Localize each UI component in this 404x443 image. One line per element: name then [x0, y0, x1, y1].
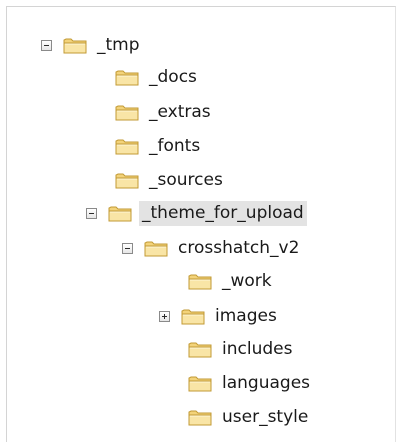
- folder-icon: [188, 340, 212, 359]
- collapse-toggle-icon[interactable]: [122, 242, 133, 254]
- folder-tree-panel: _tmp _docs _extras _fonts _sources _them…: [6, 6, 396, 442]
- tree-node-theme-for-upload[interactable]: _theme_for_upload: [86, 200, 307, 226]
- tree-node-user-style[interactable]: user_style: [188, 404, 311, 430]
- tree-node-docs[interactable]: _docs: [115, 64, 200, 90]
- folder-tree: _tmp _docs _extras _fonts _sources _them…: [7, 7, 395, 442]
- folder-icon: [63, 36, 87, 55]
- tree-node-label: crosshatch_v2: [178, 237, 300, 258]
- folder-icon: [108, 204, 132, 223]
- tree-node-label: _sources: [149, 169, 223, 190]
- tree-node-label: images: [215, 305, 277, 326]
- folder-icon: [115, 137, 139, 156]
- folder-icon: [115, 171, 139, 190]
- folder-icon: [188, 374, 212, 393]
- folder-icon: [188, 272, 212, 291]
- tree-node-label: _work: [222, 270, 272, 291]
- tree-node-extras[interactable]: _extras: [115, 99, 214, 125]
- tree-node-crosshatch-v2[interactable]: crosshatch_v2: [122, 235, 302, 261]
- tree-node-work[interactable]: _work: [188, 268, 275, 294]
- folder-icon: [115, 103, 139, 122]
- tree-node-label: includes: [222, 338, 293, 359]
- folder-icon: [144, 239, 168, 258]
- collapse-toggle-icon[interactable]: [41, 39, 52, 51]
- tree-node-label-selected: _theme_for_upload: [139, 200, 307, 226]
- tree-node-label: _tmp: [97, 34, 140, 55]
- tree-node-label: _fonts: [149, 135, 201, 156]
- tree-node-label: user_style: [222, 406, 309, 427]
- tree-node-languages[interactable]: languages: [188, 370, 313, 396]
- tree-node-tmp[interactable]: _tmp: [41, 32, 143, 58]
- expand-toggle-icon[interactable]: [159, 310, 170, 322]
- tree-node-images[interactable]: images: [159, 303, 280, 329]
- tree-node-fonts[interactable]: _fonts: [115, 133, 203, 159]
- tree-node-label: _extras: [149, 101, 211, 122]
- tree-node-includes[interactable]: includes: [188, 336, 295, 362]
- tree-node-sources[interactable]: _sources: [115, 167, 226, 193]
- folder-icon: [188, 408, 212, 427]
- tree-node-label: _docs: [149, 66, 197, 87]
- collapse-toggle-icon[interactable]: [86, 207, 97, 219]
- folder-icon: [115, 68, 139, 87]
- tree-node-label: languages: [222, 372, 311, 393]
- folder-icon: [181, 307, 205, 326]
